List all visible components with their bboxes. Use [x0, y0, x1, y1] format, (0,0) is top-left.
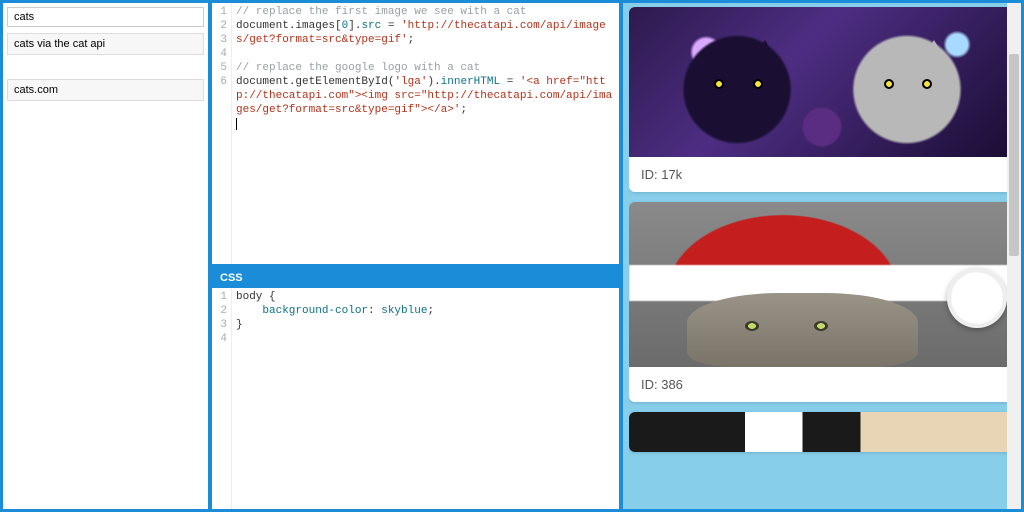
result-card[interactable]: ID: 386: [629, 202, 1015, 402]
search-input[interactable]: [7, 7, 204, 27]
card-caption: ID: 17k: [629, 157, 1015, 192]
sidebar-divider: [3, 57, 208, 77]
editor-column: 1 2 3 4 5 6 // replace the first image w…: [212, 3, 619, 509]
css-line-gutter: 1 2 3 4: [212, 288, 232, 509]
result-card[interactable]: [629, 412, 1015, 452]
result-card[interactable]: ID: 17k: [629, 7, 1015, 192]
card-caption: ID: 386: [629, 367, 1015, 402]
preview-pane: ID: 17k ID: 386: [623, 3, 1021, 509]
preview-content[interactable]: ID: 17k ID: 386: [629, 7, 1015, 509]
js-code-area[interactable]: 1 2 3 4 5 6 // replace the first image w…: [212, 3, 619, 264]
app-root: cats via the cat api cats.com 1 2 3 4 5 …: [0, 0, 1024, 512]
cat-image: [629, 412, 1015, 452]
preview-scrollbar[interactable]: [1007, 3, 1021, 509]
scrollbar-thumb[interactable]: [1009, 54, 1019, 256]
sidebar: cats via the cat api cats.com: [3, 3, 208, 509]
cat-image: [629, 202, 1015, 367]
sidebar-item-cats-api[interactable]: cats via the cat api: [7, 33, 204, 55]
css-pane-header: CSS: [212, 268, 619, 288]
cat-image: [629, 7, 1015, 157]
css-editor-pane: CSS 1 2 3 4 body { background-color: sky…: [212, 268, 619, 509]
js-editor-pane: 1 2 3 4 5 6 // replace the first image w…: [212, 3, 619, 264]
css-code-content[interactable]: body { background-color: skyblue; }: [232, 288, 619, 509]
sidebar-item-cats-com[interactable]: cats.com: [7, 79, 204, 101]
css-code-area[interactable]: 1 2 3 4 body { background-color: skyblue…: [212, 288, 619, 509]
js-line-gutter: 1 2 3 4 5 6: [212, 3, 232, 264]
js-code-content[interactable]: // replace the first image we see with a…: [232, 3, 619, 264]
